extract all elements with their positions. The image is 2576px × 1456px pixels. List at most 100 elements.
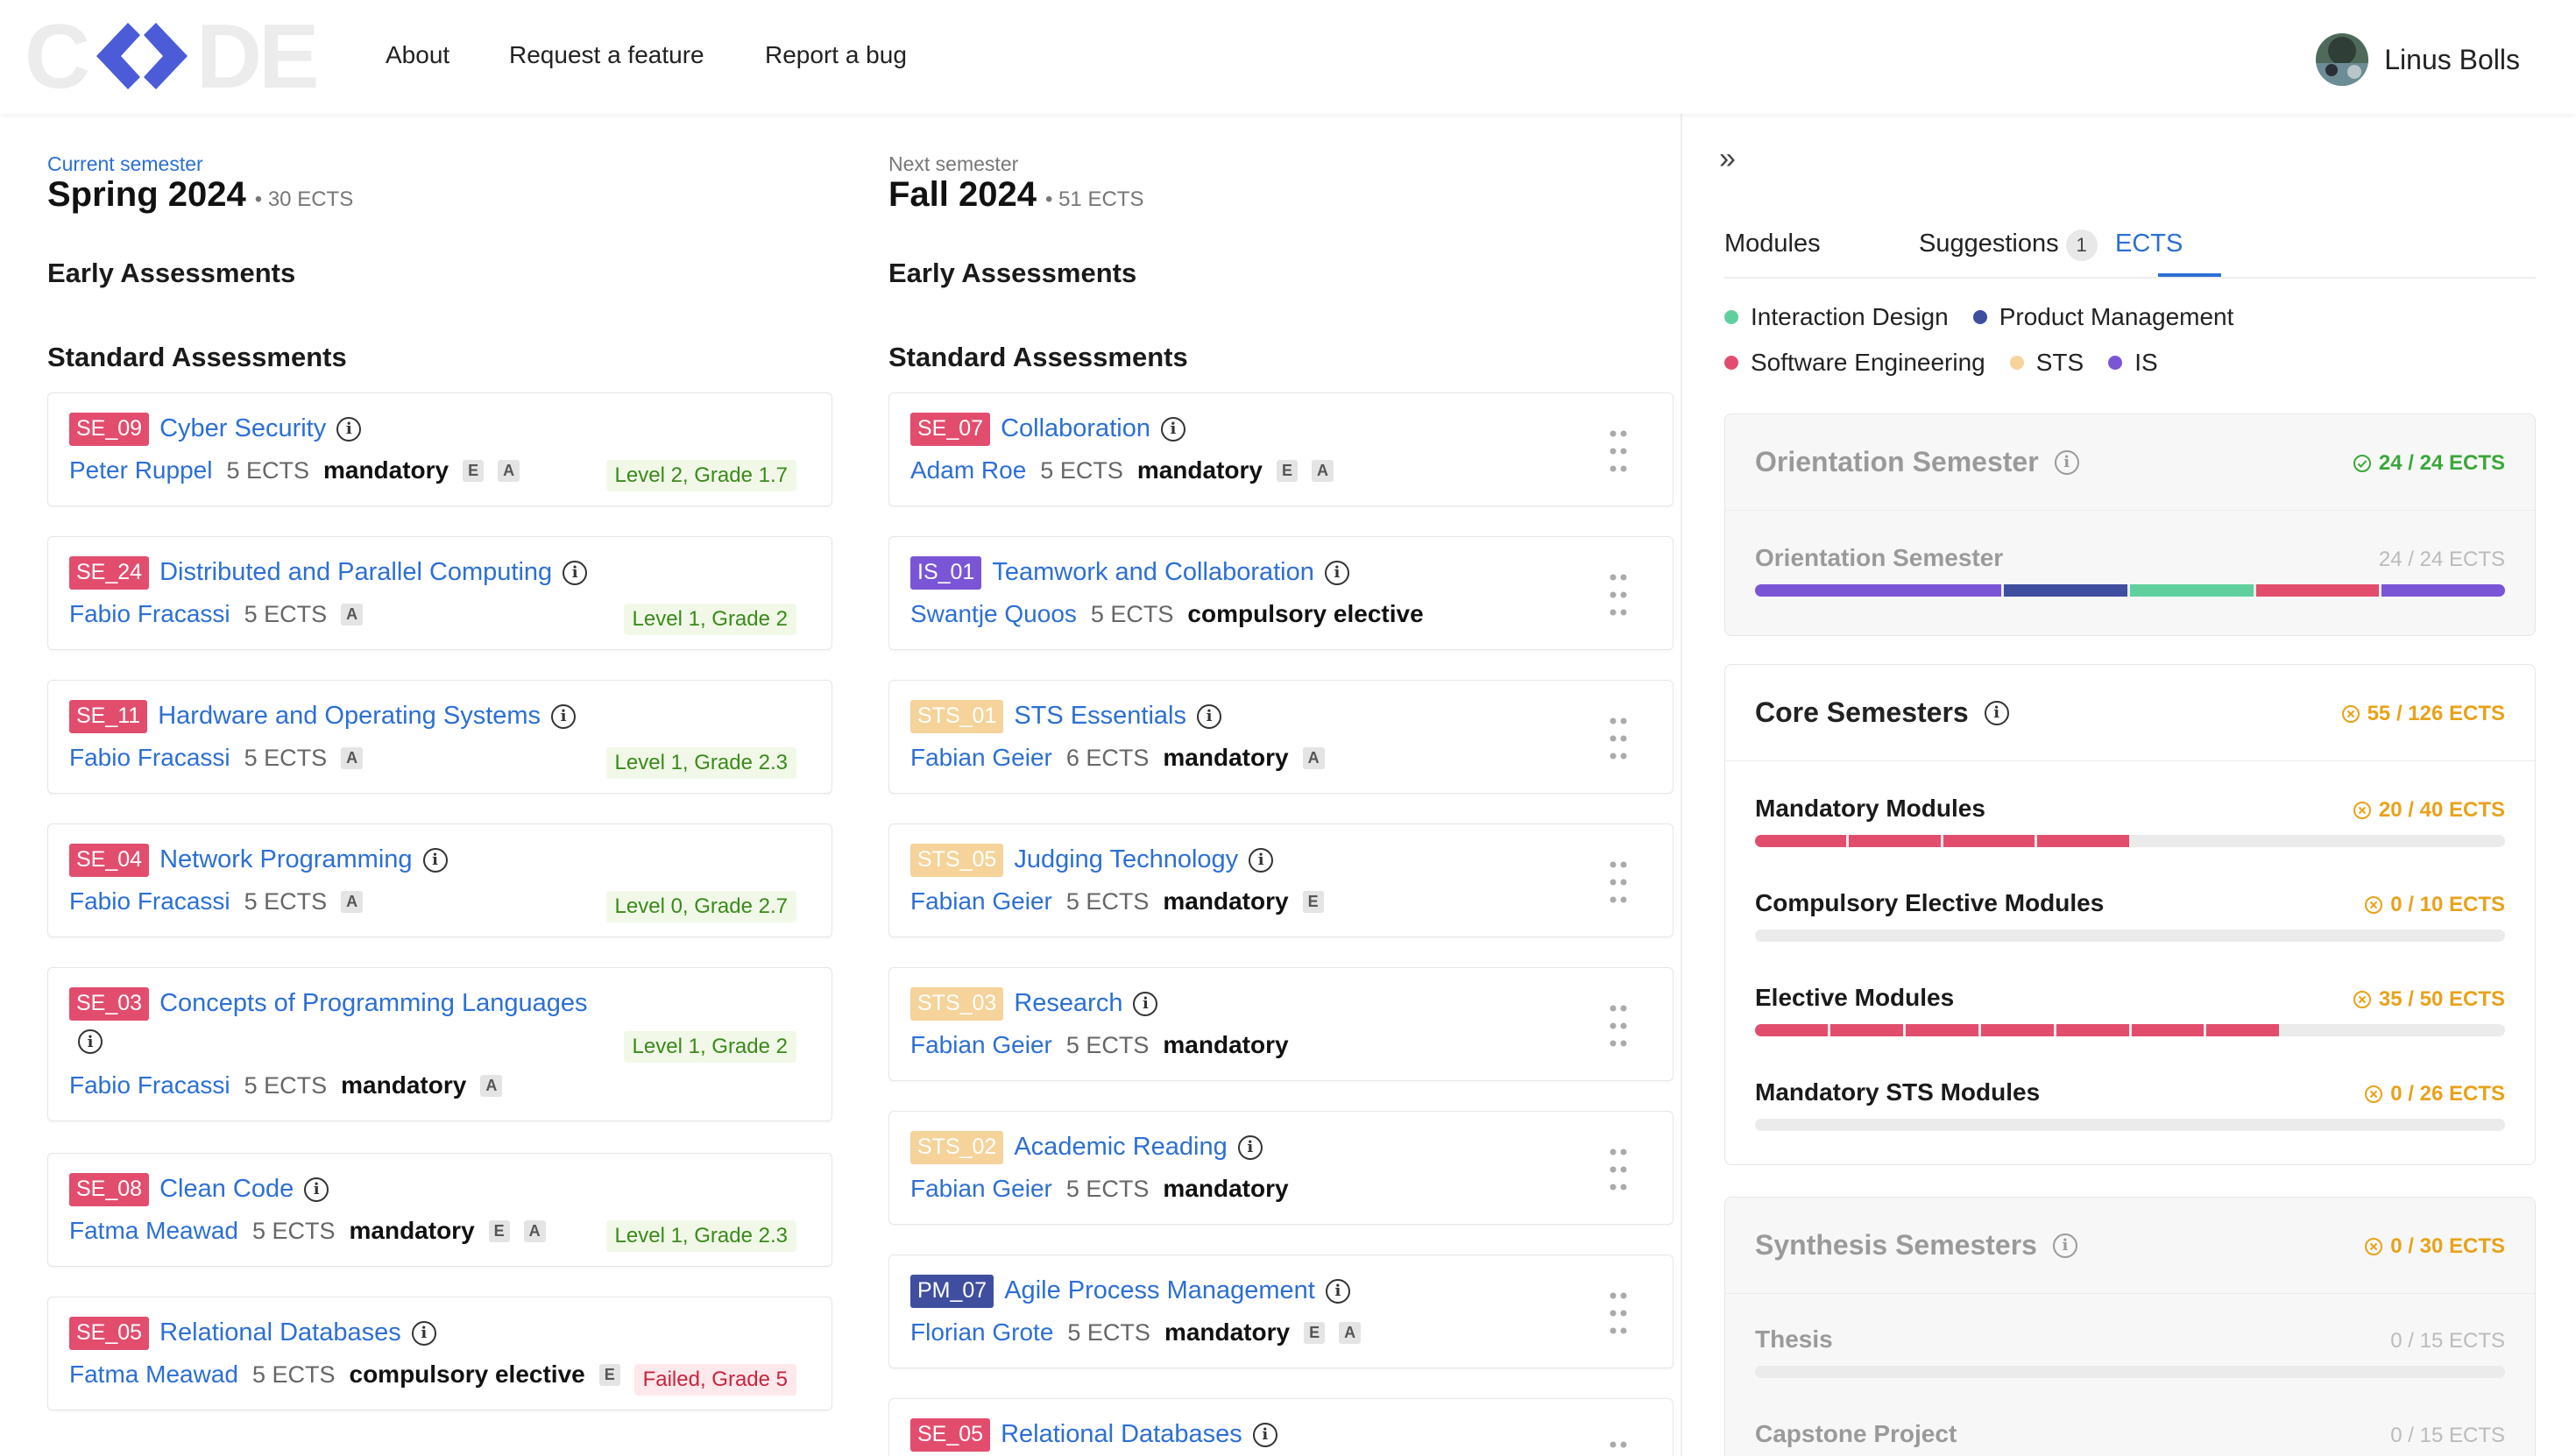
card-title-row: STS_03 Research i <box>910 987 1158 1021</box>
progress-segment <box>2132 929 2506 942</box>
info-icon[interactable]: i <box>1324 560 1349 585</box>
lecturer-link[interactable]: Fabio Fracassi <box>69 600 230 628</box>
lecturer-link[interactable]: Peter Ruppel <box>69 456 212 484</box>
avatar[interactable] <box>2316 33 2369 86</box>
module-card[interactable]: SE_11 Hardware and Operating Systems i Fabi… <box>47 680 832 794</box>
info-icon[interactable]: i <box>422 847 448 873</box>
info-icon[interactable]: i <box>1252 1422 1277 1447</box>
tab-suggestions[interactable]: Suggestions 1 <box>1919 230 2098 261</box>
module-title-link[interactable]: Hardware and Operating Systems <box>158 702 541 731</box>
module-card[interactable]: STS_05 Judging Technology i Fabian Geier 5 E… <box>888 823 1674 937</box>
info-icon[interactable]: i <box>1984 700 2009 725</box>
user-menu[interactable]: Linus Bolls <box>2316 33 2520 86</box>
info-icon[interactable]: i <box>551 703 577 729</box>
requirement-label: mandatory <box>322 456 449 484</box>
grade-badge: Level 1, Grade 2 <box>623 604 796 635</box>
info-icon[interactable]: i <box>304 1177 329 1202</box>
drag-handle-icon[interactable] <box>1608 1290 1629 1336</box>
lecturer-link[interactable]: Fabio Fracassi <box>69 887 230 915</box>
module-title-link[interactable]: Research <box>1014 989 1122 1018</box>
lecturer-link[interactable]: Adam Roe <box>910 456 1026 484</box>
info-icon[interactable]: i <box>2054 449 2079 475</box>
module-card[interactable]: STS_01 STS Essentials i Fabian Geier 6 ECTS m… <box>888 680 1674 794</box>
info-icon[interactable]: i <box>1160 416 1185 442</box>
module-title-link[interactable]: Concepts of Programming Languages <box>159 989 587 1018</box>
orientation-semester-group[interactable]: Orientation Semester i 24 / 24 ECTS Orie… <box>1724 413 2536 636</box>
lecturer-link[interactable]: Fabio Fracassi <box>69 744 230 772</box>
nav-report-bug[interactable]: Report a bug <box>765 41 907 69</box>
module-card[interactable]: STS_02 Academic Reading i Fabian Geier 5 ECT… <box>888 1111 1674 1225</box>
core-semesters-group[interactable]: Core Semesters i 55 / 126 ECTS Mandatory… <box>1724 664 2536 1165</box>
lecturer-link[interactable]: Swantje Quoos <box>910 600 1077 628</box>
drag-handle-icon[interactable] <box>1608 716 1629 761</box>
nav-about[interactable]: About <box>386 41 449 69</box>
code-logo[interactable]: C DE <box>25 16 322 96</box>
module-title-link[interactable]: Cyber Security <box>159 414 326 443</box>
module-card[interactable]: STS_03 Research i Fabian Geier 5 ECTS mandato… <box>888 967 1674 1081</box>
progress-segment <box>2319 835 2410 847</box>
drag-handle-icon[interactable] <box>1608 1003 1629 1049</box>
module-card[interactable]: SE_03 Concepts of Programming Languages Fa… <box>47 967 832 1121</box>
progress-segment <box>1755 835 1847 847</box>
info-icon[interactable]: i <box>1325 1278 1350 1304</box>
info-icon[interactable]: i <box>78 1029 103 1054</box>
synthesis-sub-requirement: Thesis 0 / 15 ECTS <box>1755 1325 2505 1387</box>
info-icon[interactable]: i <box>336 416 362 442</box>
progress-segment <box>2381 584 2505 597</box>
card-title-row: IS_01 Teamwork and Collaboration i <box>910 556 1349 590</box>
progress-bar <box>1755 929 2505 942</box>
info-icon[interactable]: i <box>1249 847 1274 873</box>
lecturer-link[interactable]: Fabio Fracassi <box>69 1071 230 1099</box>
lecturer-link[interactable]: Fabian Geier <box>910 887 1052 915</box>
collapse-panel-icon[interactable]: » <box>1719 142 1736 176</box>
drag-handle-icon[interactable] <box>1608 572 1629 618</box>
module-card[interactable]: SE_09 Cyber Security i Peter Ruppel 5 ECTS ma… <box>47 392 832 506</box>
card-title-row: PM_07 Agile Process Management i <box>910 1275 1350 1308</box>
module-title-link[interactable]: Clean Code <box>159 1175 294 1204</box>
ects-value: 5 ECTS <box>1065 1031 1150 1058</box>
module-title-link[interactable]: Academic Reading <box>1014 1133 1227 1162</box>
lecturer-link[interactable]: Florian Grote <box>910 1318 1053 1346</box>
lecturer-link[interactable]: Fatma Meawad <box>69 1361 238 1389</box>
module-title-link[interactable]: STS Essentials <box>1014 702 1186 731</box>
module-title-link[interactable]: Network Programming <box>159 845 412 874</box>
info-icon[interactable]: i <box>563 560 588 585</box>
module-title-link[interactable]: Agile Process Management <box>1004 1276 1315 1305</box>
info-icon[interactable]: i <box>1133 991 1158 1016</box>
module-card[interactable]: SE_05 Relational Databases i Fatma Meawad 5 … <box>47 1297 832 1410</box>
module-title-link[interactable]: Relational Databases <box>159 1318 401 1347</box>
drag-handle-icon[interactable] <box>1608 859 1629 905</box>
info-icon[interactable]: i <box>411 1320 436 1346</box>
module-title-link[interactable]: Teamwork and Collaboration <box>992 558 1314 587</box>
module-title-link[interactable]: Relational Databases <box>1001 1420 1242 1449</box>
lecturer-link[interactable]: Fabian Geier <box>910 1175 1052 1203</box>
module-title-link[interactable]: Judging Technology <box>1014 845 1238 874</box>
sub-status: 0 / 15 ECTS <box>2390 1424 2505 1447</box>
synthesis-semesters-group[interactable]: Synthesis Semesters i 0 / 30 ECTS Thesis… <box>1724 1197 2536 1456</box>
module-card[interactable]: IS_01 Teamwork and Collaboration i Swantje … <box>888 536 1674 650</box>
tab-modules[interactable]: Modules <box>1724 230 1821 258</box>
module-code-badge: STS_03 <box>910 987 1004 1021</box>
sub-status: 24 / 24 ECTS <box>2378 548 2505 571</box>
drag-handle-icon[interactable] <box>1608 1439 1629 1456</box>
lecturer-link[interactable]: Fabian Geier <box>910 1031 1052 1059</box>
ects-value: 5 ECTS <box>244 600 328 627</box>
info-icon[interactable]: i <box>1237 1134 1263 1160</box>
module-card[interactable]: SE_07 Collaboration i Adam Roe 5 ECTS mandato… <box>888 392 1674 506</box>
module-title-link[interactable]: Distributed and Parallel Computing <box>159 558 552 587</box>
drag-handle-icon[interactable] <box>1608 1147 1629 1192</box>
module-title-link[interactable]: Collaboration <box>1001 414 1150 443</box>
tab-ects[interactable]: ECTS <box>2115 230 2183 258</box>
info-icon[interactable]: i <box>1196 703 1221 729</box>
lecturer-link[interactable]: Fabian Geier <box>910 744 1052 772</box>
lecturer-link[interactable]: Fatma Meawad <box>69 1217 238 1245</box>
legend-label: Interaction Design <box>1751 303 1949 330</box>
info-icon[interactable]: i <box>2052 1233 2077 1258</box>
nav-request-feature[interactable]: Request a feature <box>509 41 704 69</box>
module-card[interactable]: SE_24 Distributed and Parallel Computing i… <box>47 536 832 650</box>
drag-handle-icon[interactable] <box>1608 428 1629 474</box>
module-card[interactable]: SE_04 Network Programming i Fabio Fracassi 5… <box>47 823 832 937</box>
module-card[interactable]: SE_08 Clean Code i Fatma Meawad 5 ECTS mandat… <box>47 1153 832 1267</box>
module-card[interactable]: SE_05 Relational Databases i <box>888 1398 1674 1456</box>
module-card[interactable]: PM_07 Agile Process Management i Florian Gr… <box>888 1255 1674 1368</box>
